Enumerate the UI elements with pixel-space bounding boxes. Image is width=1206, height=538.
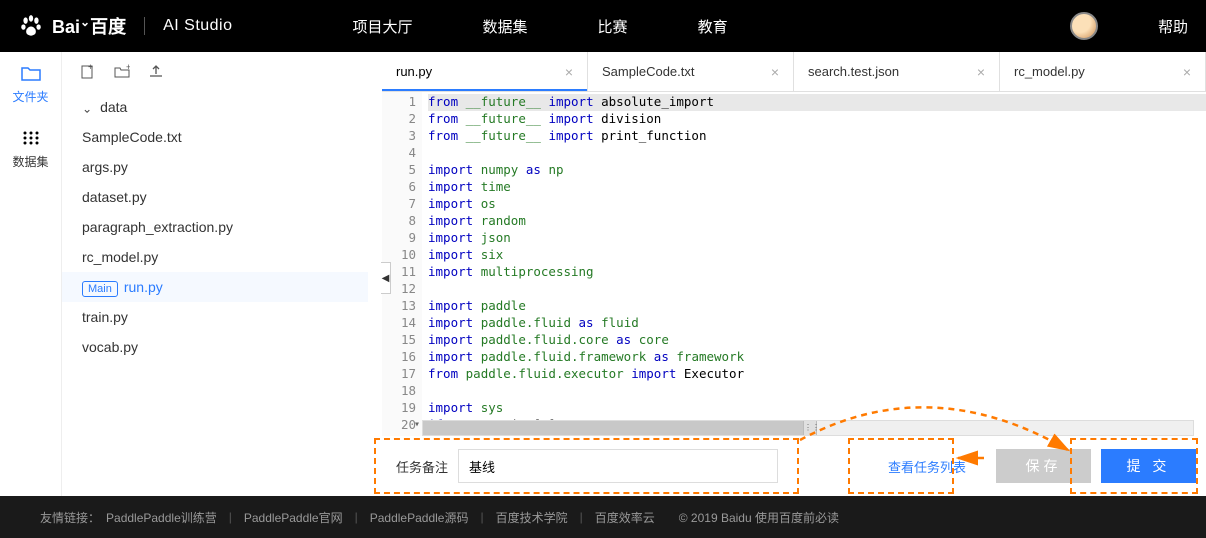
tree-file[interactable]: vocab.py — [62, 332, 368, 362]
editor-area: ◀ run.py×SampleCode.txt×search.test.json… — [382, 52, 1206, 496]
footer-link[interactable]: PaddlePaddle训练营 — [106, 509, 217, 526]
logo[interactable]: Bai⌄百度 AI Studio — [18, 13, 233, 39]
nav-education[interactable]: 教育 — [698, 16, 728, 37]
task-note-label: 任务备注 — [396, 457, 448, 476]
task-submit-row: 任务备注 查看任务列表 保存 提 交 — [382, 436, 1206, 496]
footer-link[interactable]: 百度技术学院 — [496, 509, 568, 526]
nav-datasets[interactable]: 数据集 — [483, 16, 528, 37]
upload-icon[interactable] — [148, 64, 164, 80]
editor-tabs: run.py×SampleCode.txt×search.test.json×r… — [382, 52, 1206, 92]
new-folder-icon[interactable]: + — [114, 64, 130, 80]
close-icon[interactable]: × — [977, 64, 985, 80]
fold-marker[interactable]: ▾ — [414, 418, 420, 432]
aistudio-text: AI Studio — [163, 17, 232, 35]
tree-file[interactable]: args.py — [62, 152, 368, 182]
tree-file[interactable]: rc_model.py — [62, 242, 368, 272]
close-icon[interactable]: × — [565, 64, 573, 80]
submit-button[interactable]: 提 交 — [1101, 449, 1196, 483]
editor-tab[interactable]: SampleCode.txt× — [588, 52, 794, 91]
svg-text:+: + — [88, 64, 93, 72]
close-icon[interactable]: × — [771, 64, 779, 80]
save-button[interactable]: 保存 — [996, 449, 1091, 483]
tree-file[interactable]: dataset.py — [62, 182, 368, 212]
footer-link[interactable]: 百度效率云 — [595, 509, 655, 526]
file-explorer: + + data SampleCode.txt args.py dataset.… — [62, 52, 382, 496]
tree-folder-data[interactable]: data — [62, 92, 368, 122]
grid-icon — [21, 129, 41, 147]
baidu-paw-icon — [18, 13, 44, 39]
rail-datasets[interactable]: 数据集 — [0, 115, 61, 180]
task-note-input[interactable] — [458, 449, 778, 483]
rail-files[interactable]: 文件夹 — [0, 52, 61, 115]
avatar[interactable] — [1070, 12, 1098, 40]
collapse-handle[interactable]: ◀ — [381, 262, 391, 294]
editor-tab[interactable]: run.py× — [382, 52, 588, 91]
tree-file[interactable]: train.py — [62, 302, 368, 332]
new-file-icon[interactable]: + — [80, 64, 96, 80]
view-task-list-link[interactable]: 查看任务列表 — [888, 457, 966, 476]
scrollbar-grip: ⋮⋮ — [803, 421, 817, 435]
tree-file[interactable]: paragraph_extraction.py — [62, 212, 368, 242]
nav-competitions[interactable]: 比赛 — [598, 16, 628, 37]
horizontal-scrollbar[interactable]: ⋮⋮ — [422, 420, 1194, 436]
tree-file-main[interactable]: Mainrun.py — [62, 272, 368, 302]
tree-file[interactable]: SampleCode.txt — [62, 122, 368, 152]
nav-projects[interactable]: 项目大厅 — [353, 16, 413, 37]
footer-link[interactable]: PaddlePaddle官网 — [244, 509, 343, 526]
editor-tab[interactable]: rc_model.py× — [1000, 52, 1206, 91]
left-rail: 文件夹 数据集 — [0, 52, 62, 496]
baidu-text-2: 百度 — [90, 17, 126, 37]
editor-tab[interactable]: search.test.json× — [794, 52, 1000, 91]
footer-copy: © 2019 Baidu 使用百度前必读 — [679, 509, 839, 526]
footer-lead: 友情链接： — [40, 509, 100, 526]
help-link[interactable]: 帮助 — [1158, 16, 1188, 37]
main-nav: 项目大厅 数据集 比赛 教育 — [353, 16, 728, 37]
close-icon[interactable]: × — [1183, 64, 1191, 80]
footer: 友情链接： PaddlePaddle训练营| PaddlePaddle官网| P… — [0, 496, 1206, 538]
top-navbar: Bai⌄百度 AI Studio 项目大厅 数据集 比赛 教育 帮助 — [0, 0, 1206, 52]
scrollbar-thumb[interactable] — [423, 421, 803, 435]
baidu-text-1: Bai — [52, 17, 80, 37]
footer-link[interactable]: PaddlePaddle源码 — [370, 509, 469, 526]
folder-icon — [21, 66, 41, 82]
logo-divider — [144, 17, 145, 35]
main-badge: Main — [82, 281, 118, 297]
svg-text:+: + — [126, 64, 130, 72]
